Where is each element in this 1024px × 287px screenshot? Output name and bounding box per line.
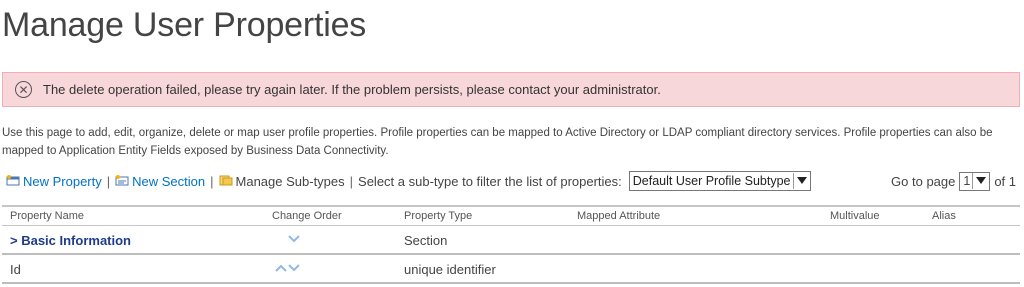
page-total-label: of 1 — [994, 173, 1016, 189]
error-message-bar: ✕ The delete operation failed, please tr… — [2, 72, 1020, 107]
property-type: unique identifier — [404, 262, 496, 277]
page-title: Manage User Properties — [2, 6, 367, 44]
column-header-mapped-attribute: Mapped Attribute — [577, 210, 661, 222]
error-circle-x-icon: ✕ — [15, 81, 32, 98]
property-type: Section — [404, 233, 448, 248]
chevron-down-icon — [972, 173, 990, 189]
column-header-alias: Alias — [932, 210, 956, 222]
column-header-change-order: Change Order — [272, 210, 342, 222]
new-section-icon — [115, 174, 129, 185]
new-property-icon — [6, 174, 20, 185]
properties-table: Property Name Change Order Property Type… — [2, 205, 1020, 284]
property-name-id[interactable]: Id — [10, 262, 21, 277]
chevron-down-icon — [792, 173, 810, 189]
new-section-link[interactable]: New Section — [132, 174, 205, 189]
toolbar-separator: | — [349, 173, 354, 189]
error-message-text: The delete operation failed, please try … — [43, 82, 661, 97]
page-select[interactable]: 1 — [959, 171, 991, 191]
column-header-multivalue: Multivalue — [830, 210, 880, 222]
table-row[interactable]: > Basic Information Section — [2, 226, 1020, 255]
new-property-link[interactable]: New Property — [23, 174, 102, 189]
change-order-controls — [288, 235, 300, 243]
go-to-page-label: Go to page — [891, 173, 956, 189]
table-header: Property Name Change Order Property Type… — [2, 205, 1020, 226]
column-header-property-name: Property Name — [10, 210, 84, 222]
toolbar-separator: | — [106, 173, 111, 189]
toolbar-separator: | — [210, 173, 214, 189]
manage-subtypes-link[interactable]: Manage Sub-types — [236, 174, 345, 189]
subtype-select[interactable]: Default User Profile Subtype — [628, 171, 811, 191]
chevron-up-icon[interactable] — [275, 264, 287, 272]
column-header-property-type: Property Type — [404, 210, 473, 222]
manage-subtypes-icon — [219, 175, 233, 185]
change-order-controls — [275, 264, 300, 272]
section-name-basic-information[interactable]: > Basic Information — [10, 233, 131, 248]
page-description: Use this page to add, edit, organize, de… — [2, 127, 993, 157]
pager: Go to page 1 of 1 — [891, 171, 1016, 191]
table-row[interactable]: Id unique identifier — [2, 255, 1020, 284]
chevron-down-icon[interactable] — [288, 264, 300, 272]
subtype-filter-label: Select a sub-type to filter the list of … — [358, 173, 622, 189]
chevron-down-icon[interactable] — [288, 235, 300, 243]
page-select-value: 1 — [963, 174, 971, 188]
subtype-select-value: Default User Profile Subtype — [632, 174, 791, 188]
toolbar: New Property | New Section | Manage Sub-… — [6, 170, 1020, 192]
